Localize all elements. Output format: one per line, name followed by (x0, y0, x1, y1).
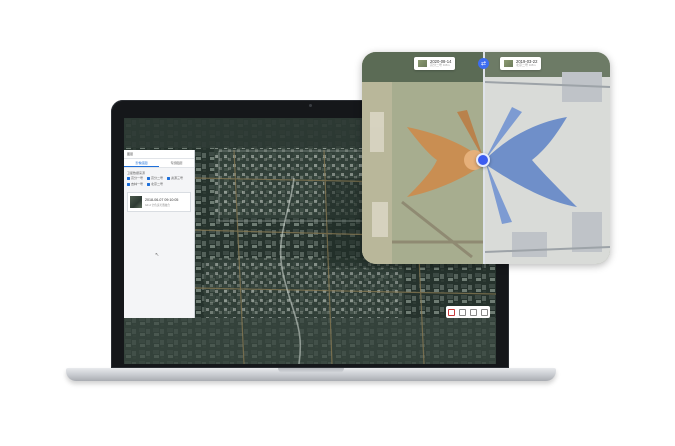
source-checkbox[interactable]: 高分二号 (147, 176, 163, 180)
sidebar-header: 图层 (124, 150, 194, 159)
measure-tool-button[interactable] (448, 308, 455, 316)
imagery-thumbnail (130, 196, 142, 208)
source-checkbox-group: 高分一号 高分二号 资源三号 吉林一号 北京二号 (124, 176, 194, 186)
zoom-in-button[interactable] (459, 308, 466, 316)
mouse-cursor-icon: ↖ (155, 252, 160, 258)
right-thumbnail (504, 60, 513, 67)
left-source: 高分二号 0.8m (430, 63, 450, 68)
source-checkbox[interactable]: 资源三号 (167, 176, 183, 180)
section-label: 卫星数据来源 (127, 171, 146, 175)
layers-button[interactable] (481, 308, 488, 316)
checkbox-icon (147, 176, 151, 180)
trackpad-notch (278, 368, 344, 373)
map-toolbar (446, 306, 490, 318)
checkbox-icon (127, 182, 130, 186)
source-checkbox[interactable]: 高分一号 (127, 176, 143, 180)
layer-sidebar: 图层 影像底图 专题图层 卫星数据来源 高分一号 高分二号 资源三号 吉林一号 … (124, 150, 195, 318)
left-date-label[interactable]: 2020-08-14 高分二号 0.8m (414, 57, 456, 70)
swap-icon[interactable]: ⇄ (478, 58, 489, 69)
right-source: 北京二号 0.8m (516, 63, 536, 68)
left-thumbnail (418, 60, 427, 67)
right-date-label[interactable]: 2019-03-22 北京二号 0.8m (500, 57, 542, 70)
checkbox-icon (167, 176, 171, 180)
checkbox-icon (127, 176, 130, 180)
laptop-base (66, 368, 556, 381)
source-checkbox[interactable]: 北京二号 (147, 182, 163, 186)
imagery-result-card[interactable]: 2018-06-07 09:10:05 GF-2 全色多光谱融合 (127, 192, 191, 212)
checkbox-icon (147, 182, 151, 186)
imagery-source: GF-2 全色多光谱融合 (145, 203, 170, 207)
tab-base-imagery[interactable]: 影像底图 (124, 159, 159, 167)
swipe-handle-icon[interactable] (476, 153, 490, 167)
zoom-out-button[interactable] (470, 308, 477, 316)
tab-thematic-layers[interactable]: 专题图层 (159, 159, 194, 167)
sidebar-tabs: 影像底图 专题图层 (124, 159, 194, 168)
camera-icon (309, 104, 312, 107)
swipe-compare-view[interactable]: 2020-08-14 高分二号 0.8m 2019-03-22 北京二号 0.8… (362, 52, 610, 264)
imagery-date: 2018-06-07 09:10:05 (145, 197, 179, 202)
source-checkbox[interactable]: 吉林一号 (127, 182, 143, 186)
